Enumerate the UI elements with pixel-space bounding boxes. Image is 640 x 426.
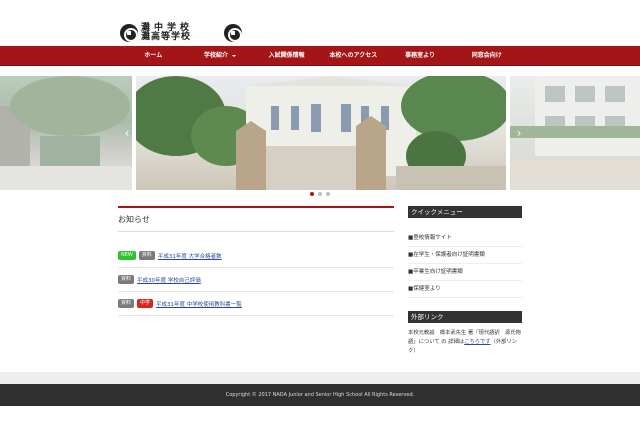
news-link[interactable]: 平成31年度 大学合格者数 [158, 252, 222, 260]
slide-previous[interactable] [0, 76, 132, 190]
news-title: お知らせ [118, 214, 394, 232]
chevron-down-icon [232, 54, 237, 57]
slider-dot-1[interactable] [310, 192, 314, 196]
category-badge: 資料 [138, 251, 155, 260]
new-badge: NEW [118, 251, 136, 260]
news-item: NEW 資料 平成31年度 大学合格者数 [118, 244, 394, 268]
logo-text: 灘中学校 灘高等学校 [141, 24, 221, 42]
site-header: 灘中学校 灘高等学校 [0, 0, 640, 46]
nav-office[interactable]: 事務室より [387, 46, 454, 66]
nav-access[interactable]: 本校へのアクセス [320, 46, 387, 66]
quick-menu-item[interactable]: ■登校情報サイト [408, 230, 522, 247]
slide-current[interactable] [136, 76, 506, 190]
campus-photo-right [510, 76, 640, 190]
news-item: 資料 平成30年度 学校自己評価 [118, 268, 394, 292]
nav-home[interactable]: ホーム [120, 46, 187, 66]
quick-menu-title: クイックメニュー [408, 206, 522, 218]
slider-pagination [310, 192, 330, 196]
hero-slider: ‹ › [0, 76, 640, 190]
external-link[interactable]: こちらです [464, 339, 490, 345]
nav-about[interactable]: 学校紹介 [187, 46, 254, 66]
slide-next[interactable] [510, 76, 640, 190]
site-footer: Copyright © 2017 NADA Junior and Senior … [0, 384, 640, 406]
logo-line-2: 灘高等学校 [141, 32, 192, 42]
external-links-title: 外部リンク [408, 311, 522, 323]
news-section: お知らせ NEW 資料 平成31年度 大学合格者数 資料 平成30年度 学校自己… [118, 206, 394, 316]
nav-about-label: 学校紹介 [204, 52, 229, 59]
nav-home-label: ホーム [144, 52, 163, 59]
news-list: NEW 資料 平成31年度 大学合格者数 資料 平成30年度 学校自己評価 資料… [118, 244, 394, 316]
nav-admissions-label: 入試関係情報 [268, 52, 305, 59]
news-item: 資料 中学 平成31年度 中学校使用教科書一覧 [118, 292, 394, 316]
news-link[interactable]: 平成30年度 学校自己評価 [137, 276, 201, 284]
school-crest-icon [224, 24, 242, 42]
quick-menu-item[interactable]: ■卒業生向け証明書類 [408, 264, 522, 281]
main-nav: ホーム 学校紹介 入試関係情報 本校へのアクセス 事務室より 同窓会向け [0, 46, 640, 66]
external-links-text: 本校元教諭 橋本武先生 著「現代語訳 源氏物語」について の 詳細はこちらです（… [408, 329, 522, 356]
slider-dot-2[interactable] [318, 192, 322, 196]
news-divider [118, 206, 394, 208]
sidebar: クイックメニュー ■登校情報サイト ■在学生・保護者向け証明書類 ■卒業生向け証… [408, 206, 522, 356]
copyright-text: Copyright © 2017 NADA Junior and Senior … [225, 392, 415, 398]
news-link[interactable]: 平成31年度 中学校使用教科書一覧 [156, 300, 242, 308]
slider-prev-button[interactable]: ‹ [122, 126, 132, 140]
nav-access-label: 本校へのアクセス [329, 52, 378, 59]
quick-menu-list: ■登校情報サイト ■在学生・保護者向け証明書類 ■卒業生向け証明書類 ■保健室よ… [408, 230, 522, 298]
junior-badge: 中学 [137, 299, 154, 308]
slider-dot-3[interactable] [326, 192, 330, 196]
nav-alumni[interactable]: 同窓会向け [453, 46, 520, 66]
footer-band [0, 372, 640, 384]
campus-photo-left [0, 76, 132, 190]
school-building-photo [136, 76, 506, 190]
quick-menu-item[interactable]: ■在学生・保護者向け証明書類 [408, 247, 522, 264]
nav-alumni-label: 同窓会向け [471, 52, 502, 59]
nav-office-label: 事務室より [405, 52, 435, 59]
school-logo[interactable]: 灘中学校 灘高等学校 [120, 23, 242, 43]
category-badge: 資料 [118, 275, 135, 284]
school-crest-icon [120, 24, 138, 42]
quick-menu-item[interactable]: ■保健室より [408, 281, 522, 298]
slider-next-button[interactable]: › [514, 126, 524, 140]
category-badge: 資料 [118, 299, 135, 308]
nav-admissions[interactable]: 入試関係情報 [253, 46, 320, 66]
